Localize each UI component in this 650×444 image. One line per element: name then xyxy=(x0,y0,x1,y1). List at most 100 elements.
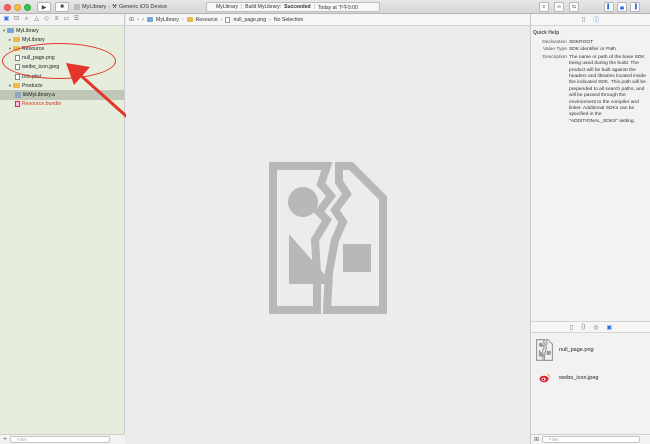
play-icon: ▶ xyxy=(41,4,47,11)
xcode-window: ▶ ■ MyLibrary › ⚒ Generic iOS Device MyL… xyxy=(0,0,650,444)
run-button[interactable]: ▶ xyxy=(37,2,51,12)
quick-help-title: Quick Help xyxy=(533,30,560,36)
tree-row-project[interactable]: ▾ MyLibrary xyxy=(0,26,124,35)
zoom-window-button[interactable] xyxy=(24,3,31,11)
file-small-icon xyxy=(225,16,231,23)
back-icon[interactable]: ‹ xyxy=(137,17,139,23)
tree-row-label: MyLibrary xyxy=(16,27,39,34)
project-small-icon xyxy=(147,17,154,22)
toggle-inspector-button[interactable]: ▐ xyxy=(630,2,640,12)
library-item-label: weibo_icon.jpeg xyxy=(559,375,599,381)
left-panel-icon: ▌ xyxy=(607,4,611,10)
qh-label: Declaration xyxy=(542,40,567,45)
search-icon[interactable]: ⌕ xyxy=(23,16,30,23)
broken-image-icon xyxy=(269,162,387,314)
lines-icon: ≡ xyxy=(542,4,546,10)
chevron-right-icon: › xyxy=(220,16,223,23)
media-library-icon[interactable]: ▣ xyxy=(606,324,612,331)
scheme-device: Generic iOS Device xyxy=(118,4,168,10)
library-icon xyxy=(15,91,21,98)
quick-help-panel: Declaration SDKROOT Value Type SDK ident… xyxy=(531,40,650,126)
utilities-inspector: ▯ ⓘ Quick Help Declaration SDKROOT Value… xyxy=(530,14,650,444)
breadcrumb-project[interactable]: MyLibrary xyxy=(156,17,179,23)
close-window-button[interactable] xyxy=(4,3,11,11)
test-icon[interactable]: ◇ xyxy=(43,16,50,23)
file-template-icon[interactable]: ▯ xyxy=(570,324,573,331)
qh-description-row: Description The name or path of the base… xyxy=(531,55,650,125)
qh-value-type-row: Value Type SDK identifier or Path xyxy=(531,47,650,53)
folder-icon[interactable]: ▣ xyxy=(3,16,10,23)
project-icon xyxy=(7,28,14,34)
library-item-label: null_page.png xyxy=(559,347,594,353)
breadcrumb-file[interactable]: null_page.png xyxy=(233,17,266,23)
minimize-window-button[interactable] xyxy=(14,3,21,11)
grid-view-icon[interactable]: ⊞ xyxy=(534,436,539,443)
folder-small-icon xyxy=(186,17,193,22)
scheme-selector[interactable]: MyLibrary › ⚒ Generic iOS Device xyxy=(74,2,178,12)
qh-label: Description xyxy=(542,54,567,60)
activity-separator-2: | xyxy=(313,4,315,10)
file-inspector-icon[interactable]: ▯ xyxy=(582,16,585,23)
standard-editor-button[interactable]: ≡ xyxy=(539,2,549,12)
qh-declaration-row: Declaration SDKROOT xyxy=(531,40,650,46)
plist-file-icon xyxy=(15,73,20,80)
activity-separator: | xyxy=(240,4,243,10)
rings-icon: ∞ xyxy=(557,4,561,10)
target-icon xyxy=(74,4,80,10)
weibo-icon xyxy=(536,371,553,385)
broken-image-icon xyxy=(536,339,553,361)
report-icon[interactable]: ☰ xyxy=(73,16,80,23)
qh-value: The name or path of the base SDK being u… xyxy=(569,54,646,124)
quick-help-icon[interactable]: ⓘ xyxy=(593,15,599,24)
library-filter-input[interactable]: Filter xyxy=(542,436,641,443)
hammer-icon: ⚒ xyxy=(112,4,117,10)
chevron-right-icon: › xyxy=(108,4,110,10)
activity-viewer: MyLibrary | Build MyLibrary: Succeeded |… xyxy=(206,2,380,12)
arrows-icon: ⇆ xyxy=(571,4,577,10)
toolbar: ▶ ■ MyLibrary › ⚒ Generic iOS Device MyL… xyxy=(0,0,650,14)
forward-icon[interactable]: › xyxy=(142,17,144,23)
folder-icon xyxy=(13,83,20,89)
breakpoint-icon[interactable]: ▭ xyxy=(63,16,70,23)
navigator-selector-bar: ▣ ⊡ ⌕ △ ◇ ≡ ▭ ☰ xyxy=(0,14,124,26)
bundle-icon xyxy=(15,101,20,108)
tree-row-label: libMyLibrary.a xyxy=(23,91,55,98)
breadcrumb-selection[interactable]: No Selection xyxy=(274,17,303,23)
toggle-navigator-button[interactable]: ▌ xyxy=(604,2,614,12)
tree-row-label: MyLibrary xyxy=(22,36,45,43)
object-library-icon[interactable]: ◎ xyxy=(593,324,598,331)
jump-bar: ⊞ ‹ › MyLibrary › Resource › null_page.p… xyxy=(126,14,530,26)
library-item-weibo-icon[interactable]: weibo_icon.jpeg xyxy=(531,364,650,392)
warning-icon[interactable]: △ xyxy=(33,16,40,23)
breadcrumb-folder[interactable]: Resource xyxy=(196,17,218,23)
stop-button[interactable]: ■ xyxy=(55,2,69,12)
editor-area: ⊞ ‹ › MyLibrary › Resource › null_page.p… xyxy=(126,14,530,444)
tree-row-label: Resource.bundle xyxy=(22,101,62,108)
folder-icon xyxy=(13,37,20,43)
code-snippet-icon[interactable]: {} xyxy=(581,324,585,330)
debug-icon[interactable]: ≡ xyxy=(53,16,60,23)
activity-build: Build MyLibrary: xyxy=(245,4,282,10)
library-item-null-page[interactable]: null_page.png xyxy=(531,336,650,364)
qh-value: SDKROOT xyxy=(569,40,594,45)
qh-value: SDK identifier or Path xyxy=(569,47,617,53)
symbol-icon[interactable]: ⊡ xyxy=(13,16,20,23)
version-editor-button[interactable]: ⇆ xyxy=(569,2,579,12)
chevron-right-icon: › xyxy=(269,16,271,23)
grid-icon[interactable]: ⊞ xyxy=(129,16,134,23)
scheme-target: MyLibrary xyxy=(82,4,107,10)
navigator-filter-input[interactable]: Filter xyxy=(10,436,111,443)
bottom-panel-icon: ▄ xyxy=(620,4,624,10)
activity-time: Today at 下午5:00 xyxy=(317,4,358,11)
toggle-debug-button[interactable]: ▄ xyxy=(617,2,627,12)
assistant-editor-button[interactable]: ∞ xyxy=(554,2,564,12)
chevron-right-icon: › xyxy=(181,16,184,23)
library-filter-bar: ⊞ Filter xyxy=(531,434,650,444)
tree-row-label: Products xyxy=(22,82,43,89)
activity-status: Succeeded xyxy=(284,4,311,10)
add-icon[interactable]: + xyxy=(3,436,7,443)
activity-project: MyLibrary xyxy=(216,4,238,10)
right-panel-icon: ▐ xyxy=(633,4,637,10)
navigator-filter-bar: + Filter xyxy=(0,434,125,444)
qh-label: Value Type xyxy=(542,47,567,53)
